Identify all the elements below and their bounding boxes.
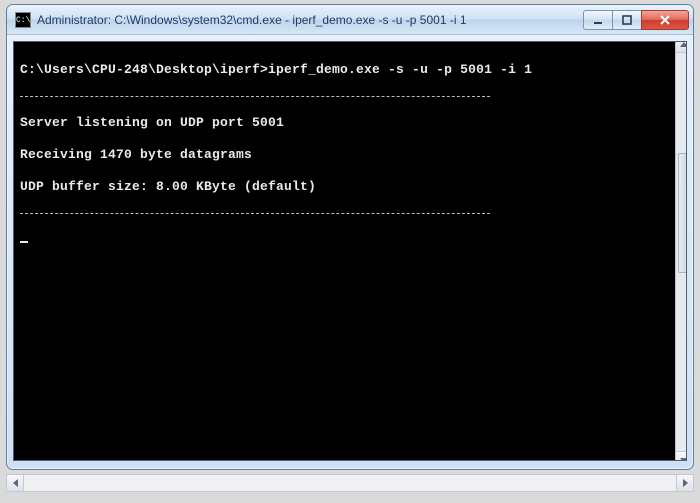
- terminal-line: UDP buffer size: 8.00 KByte (default): [20, 179, 680, 195]
- chevron-up-icon: [680, 42, 687, 47]
- chevron-right-icon: [683, 479, 688, 487]
- window-caption-buttons: [584, 10, 689, 30]
- terminal-line: Server listening on UDP port 5001: [20, 115, 680, 131]
- minimize-button[interactable]: [583, 10, 613, 30]
- page-horizontal-scrollbar[interactable]: [6, 474, 694, 492]
- viewport: C:\ Administrator: C:\Windows\system32\c…: [6, 4, 694, 499]
- scrollbar-thumb[interactable]: [678, 153, 687, 273]
- titlebar[interactable]: C:\ Administrator: C:\Windows\system32\c…: [7, 5, 693, 35]
- cmd-icon: C:\: [15, 12, 31, 28]
- window-title: Administrator: C:\Windows\system32\cmd.e…: [37, 13, 584, 27]
- scrollbar-track[interactable]: [24, 475, 676, 491]
- scroll-left-button[interactable]: [7, 475, 24, 491]
- chevron-left-icon: [13, 479, 18, 487]
- maximize-icon: [622, 15, 632, 25]
- minimize-icon: [593, 15, 603, 25]
- scroll-up-button[interactable]: [676, 41, 687, 53]
- terminal-line-prompt: C:\Users\CPU-248\Desktop\iperf>iperf_dem…: [20, 62, 680, 78]
- terminal-vertical-scrollbar[interactable]: [675, 41, 687, 461]
- terminal-line: Receiving 1470 byte datagrams: [20, 147, 680, 163]
- scroll-right-button[interactable]: [676, 475, 693, 491]
- output-divider: [20, 96, 490, 97]
- terminal-cursor: [20, 241, 28, 243]
- maximize-button[interactable]: [612, 10, 642, 30]
- scroll-down-button[interactable]: [676, 451, 687, 461]
- scrollbar-track[interactable]: [676, 53, 687, 451]
- chevron-down-icon: [680, 458, 687, 462]
- close-button[interactable]: [641, 10, 689, 30]
- cmd-window: C:\ Administrator: C:\Windows\system32\c…: [6, 4, 694, 470]
- scroll-area: C:\ Administrator: C:\Windows\system32\c…: [6, 4, 694, 499]
- close-icon: [659, 15, 671, 25]
- output-divider: [20, 213, 490, 214]
- terminal-output[interactable]: C:\Users\CPU-248\Desktop\iperf>iperf_dem…: [13, 41, 687, 461]
